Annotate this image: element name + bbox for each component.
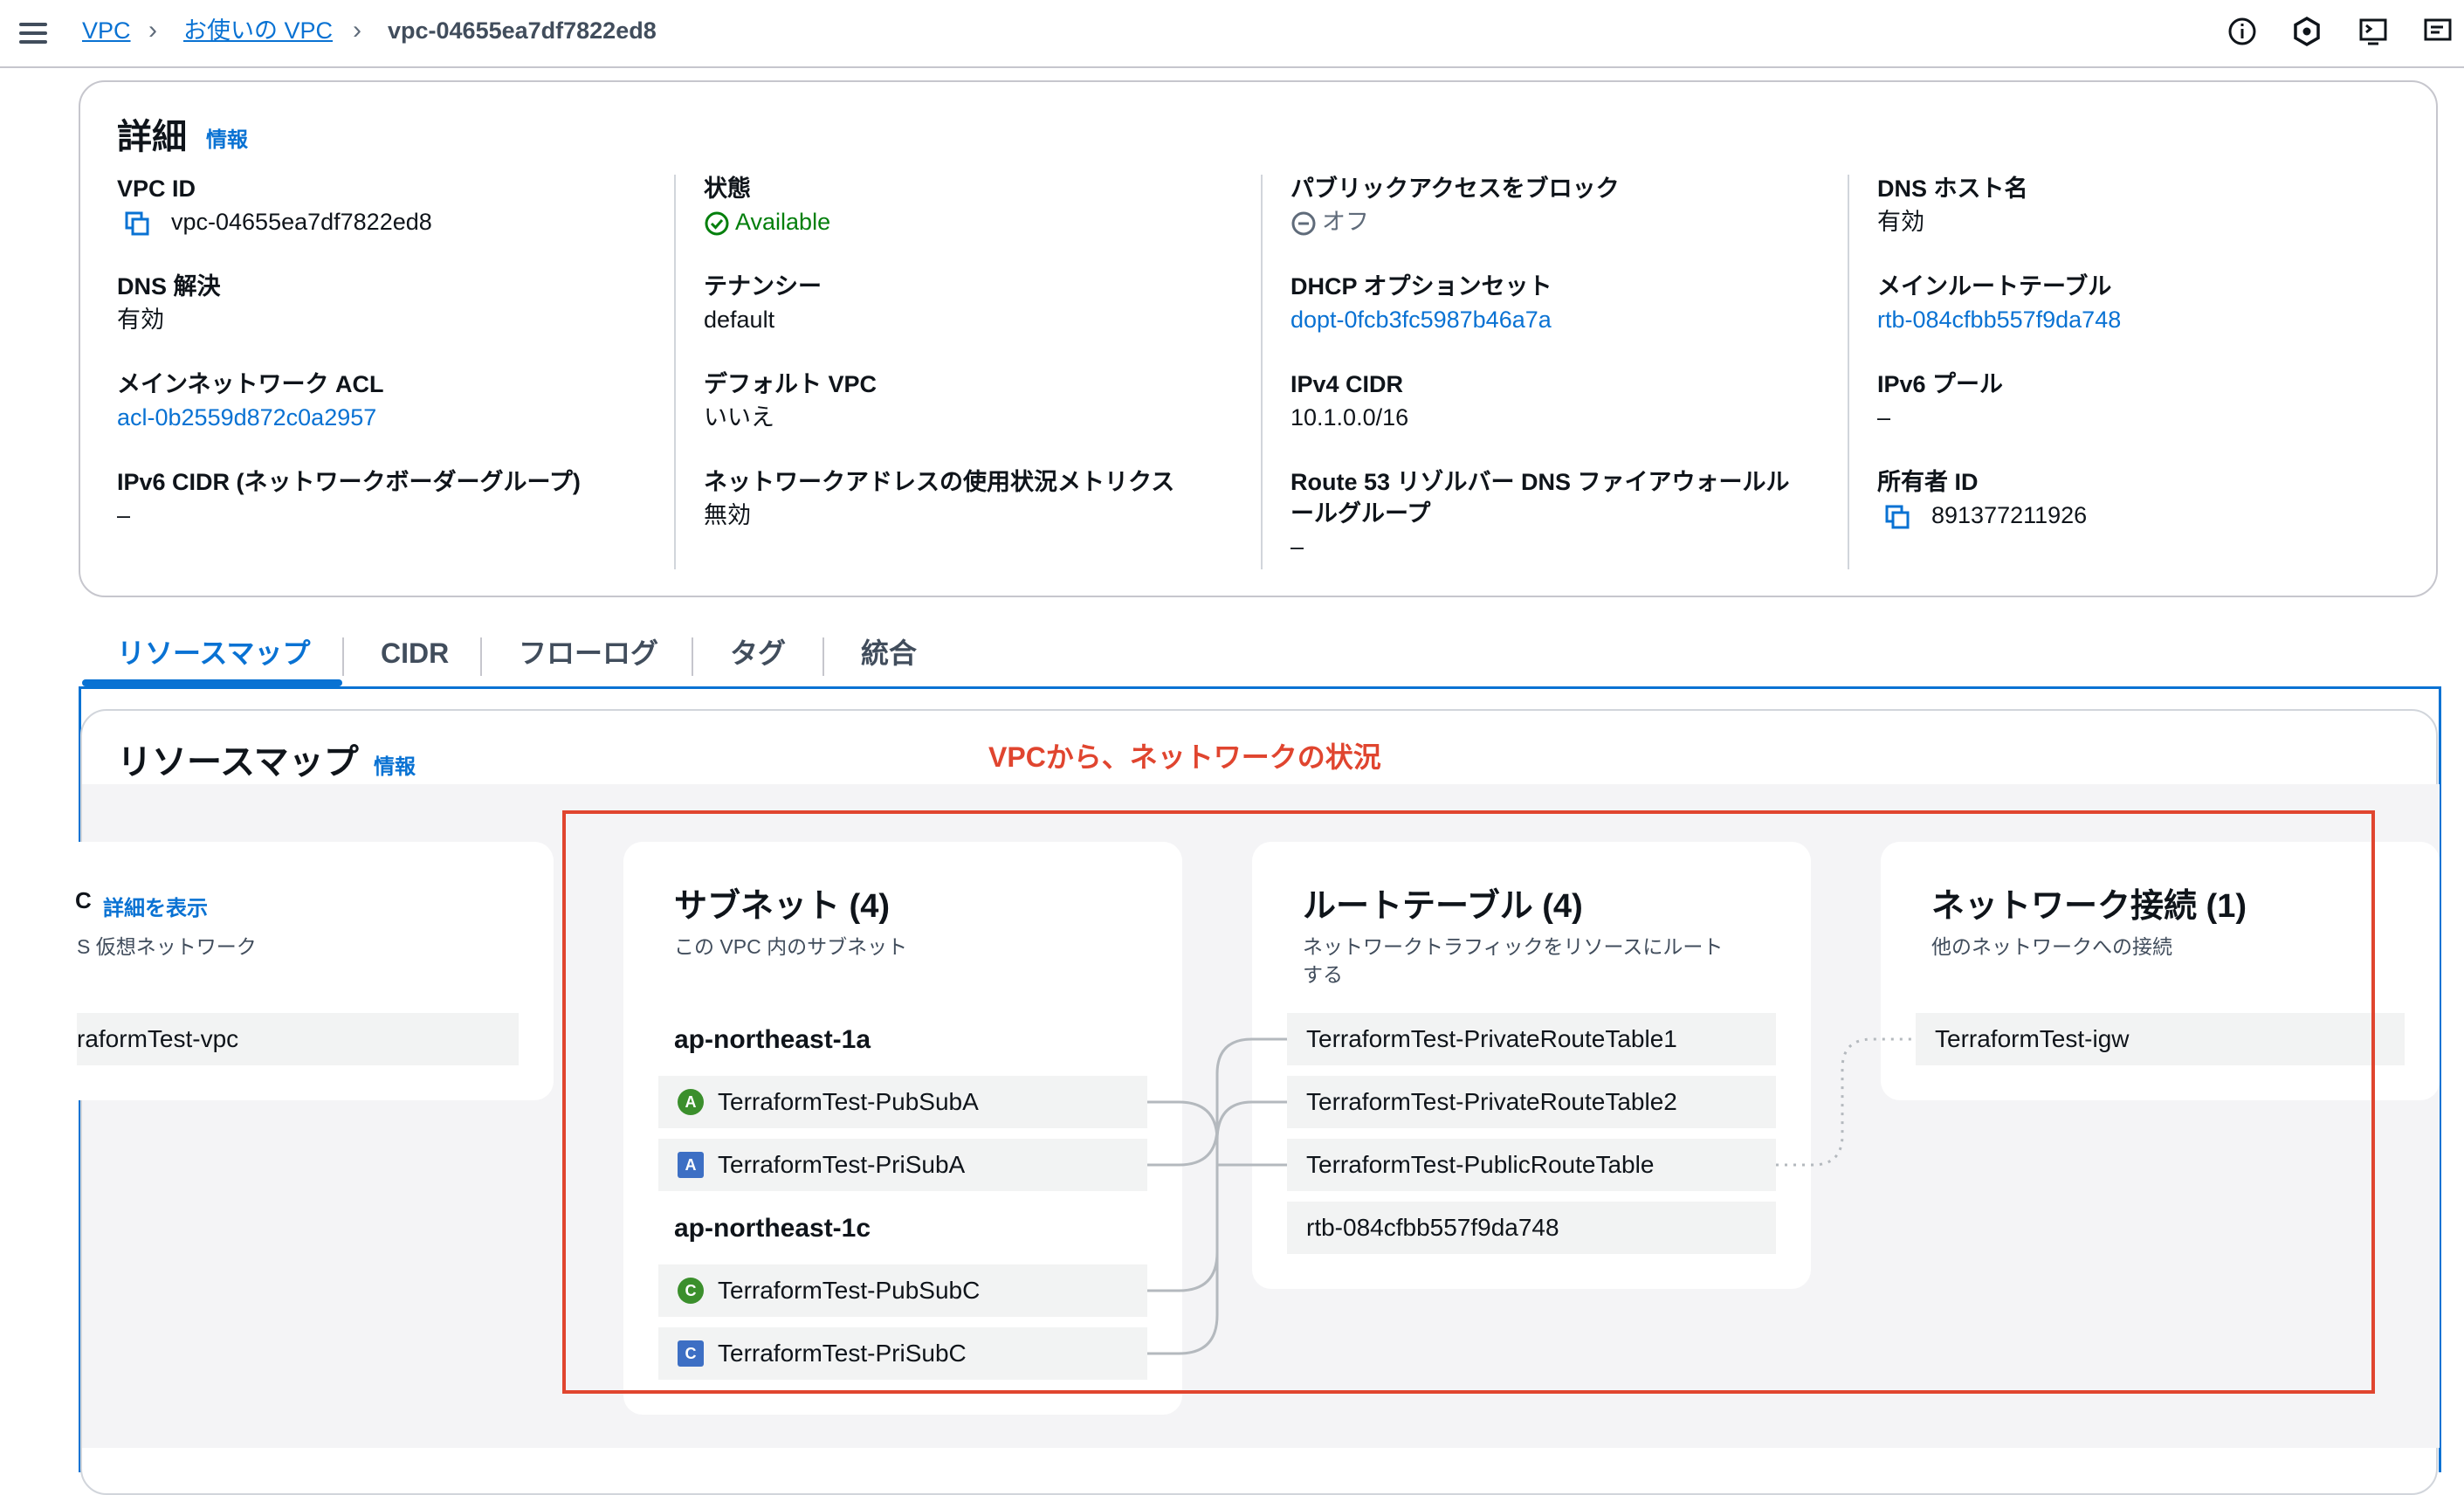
net-addr-metrics-label: ネットワークアドレスの使用状況メトリクス <box>704 469 1175 495</box>
breadcrumb-your-vpcs[interactable]: お使いの VPC <box>183 16 333 45</box>
chevron-right-icon: › <box>353 16 361 45</box>
vpc-item[interactable]: raformTest-vpc <box>77 1013 519 1065</box>
tenancy-label: テナンシー <box>704 273 822 300</box>
dns-hostnames-field: DNS ホスト名 有効 <box>1877 173 2436 239</box>
ipv6-cidr-value: – <box>117 502 131 528</box>
tab-separator <box>822 637 824 676</box>
column-divider <box>1261 175 1263 569</box>
dns-resolution-field: DNS 解決 有効 <box>117 271 676 337</box>
status-success-icon <box>705 211 729 236</box>
block-public-access-value: オフ <box>1322 209 1369 235</box>
details-title: 詳細 <box>117 118 187 156</box>
ipv4-cidr-label: IPv4 CIDR <box>1291 371 1404 397</box>
route53-field: Route 53 リゾルバー DNS ファイアウォールル ールグループ – <box>1291 466 1849 564</box>
column-divider <box>1848 175 1849 569</box>
breadcrumb-vpc[interactable]: VPC <box>82 16 131 45</box>
column-divider <box>674 175 676 569</box>
owner-id-label: 所有者 ID <box>1877 469 1979 495</box>
net-addr-metrics-field: ネットワークアドレスの使用状況メトリクス 無効 <box>704 466 1263 533</box>
ipv6-pool-field: IPv6 プール – <box>1877 369 2436 435</box>
breadcrumb-current: vpc-04655ea7df7822ed8 <box>388 17 657 44</box>
state-label: 状態 <box>704 176 751 202</box>
ipv4-cidr-value: 10.1.0.0/16 <box>1291 404 1409 431</box>
dhcp-field: DHCP オプションセット dopt-0fcb3fc5987b46a7a <box>1291 271 1849 337</box>
tenancy-value: default <box>704 307 775 333</box>
annotation-text: VPCから、ネットワークの状況 <box>988 741 1381 773</box>
tab-separator <box>480 637 482 676</box>
vpc-id-field: VPC ID vpc-04655ea7df7822ed8 <box>117 173 676 239</box>
route53-value: – <box>1291 534 1304 560</box>
block-public-access-field: パブリックアクセスをブロック オフ <box>1291 173 1849 239</box>
owner-id-field: 所有者 ID 891377211926 <box>1877 466 2436 533</box>
main-acl-link[interactable]: acl-0b2559d872c0a2957 <box>117 400 676 435</box>
vpc-card-desc: S 仮想ネットワーク <box>77 935 257 958</box>
hexagon-settings-icon[interactable] <box>2291 16 2323 47</box>
tenancy-field: テナンシー default <box>704 271 1263 337</box>
copy-icon[interactable] <box>124 210 150 237</box>
route53-label-line2: ールグループ <box>1291 500 1431 527</box>
tab-flow-logs[interactable]: フローログ <box>519 634 658 672</box>
chevron-right-icon: › <box>148 16 157 45</box>
dns-hostnames-value: 有効 <box>1877 209 1924 235</box>
default-vpc-label: デフォルト VPC <box>704 371 878 397</box>
dhcp-link[interactable]: dopt-0fcb3fc5987b46a7a <box>1291 302 1849 337</box>
ipv6-pool-label: IPv6 プール <box>1877 371 2004 397</box>
info-icon[interactable] <box>2227 16 2258 47</box>
main-route-table-field: メインルートテーブル rtb-084cfbb557f9da748 <box>1877 271 2436 337</box>
menu-icon[interactable] <box>19 19 47 47</box>
default-vpc-field: デフォルト VPC いいえ <box>704 369 1263 435</box>
vpc-id-label: VPC ID <box>117 176 196 202</box>
top-navigation: VPC › お使いの VPC › vpc-04655ea7df7822ed8 <box>0 0 2464 68</box>
resource-map-title: リソースマップ <box>117 743 359 782</box>
state-value: Available <box>735 209 831 235</box>
tab-cidr[interactable]: CIDR <box>381 634 449 672</box>
main-route-table-label: メインルートテーブル <box>1877 273 2112 300</box>
tab-resource-map[interactable]: リソースマップ <box>117 634 310 672</box>
tab-integrations[interactable]: 統合 <box>861 634 917 672</box>
route53-label-line1: Route 53 リゾルバー DNS ファイアウォールル <box>1291 469 1790 495</box>
active-tab-indicator <box>82 679 342 686</box>
ipv6-pool-value: – <box>1877 404 1891 431</box>
tab-separator <box>342 637 344 676</box>
vpc-id-value: vpc-04655ea7df7822ed8 <box>171 209 432 235</box>
feedback-icon[interactable] <box>2422 16 2454 47</box>
vpc-card-title: C <box>75 887 92 913</box>
state-field: 状態 Available <box>704 173 1263 239</box>
tab-tags[interactable]: タグ <box>730 634 786 672</box>
main-acl-label: メインネットワーク ACL <box>117 371 384 397</box>
dns-resolution-label: DNS 解決 <box>117 273 221 300</box>
default-vpc-value: いいえ <box>704 404 774 431</box>
ipv4-cidr-field: IPv4 CIDR 10.1.0.0/16 <box>1291 369 1849 435</box>
main-acl-field: メインネットワーク ACL acl-0b2559d872c0a2957 <box>117 369 676 435</box>
tab-separator <box>692 637 693 676</box>
annotation-highlight-box <box>562 810 2375 1394</box>
status-stopped-icon <box>1291 211 1316 236</box>
block-public-access-label: パブリックアクセスをブロック <box>1291 176 1620 202</box>
net-addr-metrics-value: 無効 <box>704 502 751 528</box>
owner-id-value: 891377211926 <box>1931 502 2088 528</box>
ipv6-cidr-field: IPv6 CIDR (ネットワークボーダーグループ) – <box>117 466 676 533</box>
main-route-table-link[interactable]: rtb-084cfbb557f9da748 <box>1877 302 2436 337</box>
show-details-link[interactable]: 詳細を表示 <box>103 891 208 921</box>
resource-map-info-link[interactable]: 情報 <box>374 749 416 780</box>
dns-resolution-value: 有効 <box>117 307 164 333</box>
vpc-details-panel: 詳細 情報 VPC ID vpc-04655ea7df7822ed8 DNS 解… <box>79 80 2438 597</box>
dns-hostnames-label: DNS ホスト名 <box>1877 176 2028 202</box>
details-info-link[interactable]: 情報 <box>206 122 248 153</box>
dhcp-label: DHCP オプションセット <box>1291 273 1552 300</box>
ipv6-cidr-label: IPv6 CIDR (ネットワークボーダーグループ) <box>117 469 581 495</box>
copy-icon[interactable] <box>1884 504 1910 530</box>
vpc-item-label: raformTest-vpc <box>77 1025 239 1052</box>
cloudshell-icon[interactable] <box>2357 16 2389 47</box>
